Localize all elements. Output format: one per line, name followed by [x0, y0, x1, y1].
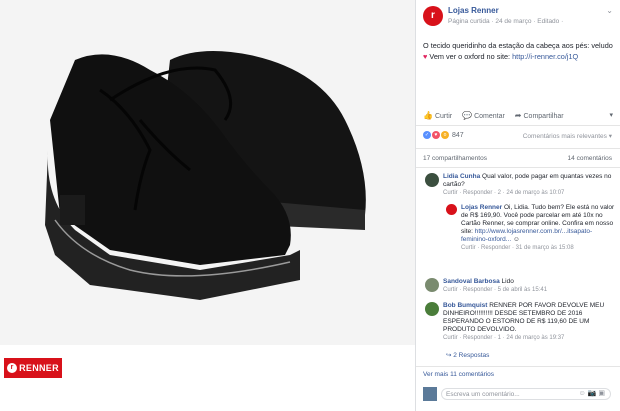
page-picker[interactable]: ▾: [609, 111, 613, 119]
reply-arrow-icon: ↪: [446, 352, 452, 359]
love-reaction-icon: ♥: [432, 131, 440, 139]
comment-label: Comentar: [474, 112, 505, 120]
divider: [416, 167, 620, 168]
comment-meta[interactable]: Curtir · Responder · 5 de abril às 15:41: [443, 286, 615, 294]
renner-r-icon: r: [7, 363, 18, 373]
divider: [416, 125, 620, 126]
avatar[interactable]: [446, 204, 457, 215]
comments-count[interactable]: 14 comentários: [568, 155, 612, 162]
renner-logo: r RENNER: [4, 358, 62, 378]
comment-text: Lido: [501, 278, 514, 285]
composer-icons[interactable]: ☺📷▣: [579, 389, 607, 397]
chevron-down-icon[interactable]: ⌄: [606, 6, 613, 15]
post-actions: 👍 Curtir 💬 Comentar ➦ Compartilhar ▾: [423, 108, 613, 122]
comment-link[interactable]: http://www.lojasrenner.com.br/...itsapat…: [461, 228, 592, 243]
reply: Lojas Renner Oi, Lidia. Tudo bem? Ele es…: [461, 204, 615, 252]
comment-author[interactable]: Sandoval Barbosa: [443, 278, 500, 285]
post-header: r Lojas Renner Página curtida · 24 de ma…: [423, 6, 613, 34]
comments-sort-label: Comentários mais relevantes: [522, 133, 607, 140]
photo-footer: [0, 345, 415, 411]
post-meta: Página curtida · 24 de março · Editado ·: [448, 18, 564, 25]
avatar[interactable]: [425, 173, 439, 187]
post-text-part-1: O tecido queridinho da estação da cabeça…: [423, 41, 613, 50]
share-label: Compartilhar: [523, 112, 564, 120]
smile-icon: ☺: [513, 236, 520, 243]
comment-icon: 💬: [462, 110, 473, 120]
divider: [416, 366, 620, 367]
like-reaction-icon: ✓: [423, 131, 431, 139]
replies-link-label: 2 Respostas: [453, 352, 490, 359]
renner-logo-text: RENNER: [19, 363, 59, 373]
comment-author[interactable]: Bob Bumquist: [443, 302, 487, 309]
comment-button[interactable]: 💬 Comentar: [462, 111, 505, 120]
more-comments-link[interactable]: Ver mais 11 comentários: [423, 371, 494, 378]
page-name[interactable]: Lojas Renner: [448, 6, 499, 15]
comments-sort[interactable]: Comentários mais relevantes ▾: [523, 132, 612, 140]
wow-reaction-icon: o: [441, 131, 449, 139]
avatar[interactable]: [425, 302, 439, 316]
comment-author[interactable]: Lidia Cunha: [443, 173, 480, 180]
replies-link[interactable]: ↪ 2 Respostas: [446, 352, 489, 360]
post-photo[interactable]: r RENNER: [0, 0, 415, 411]
post-link[interactable]: http://i-renner.co/j1Q: [512, 52, 578, 61]
comment: Bob Bumquist RENNER POR FAVOR DEVOLVE ME…: [443, 302, 615, 342]
comment-meta[interactable]: Curtir · Responder · 1 · 24 de março às …: [443, 334, 615, 342]
share-icon: ➦: [514, 110, 522, 120]
like-label: Curtir: [434, 112, 453, 120]
thumbs-up-icon: 👍: [423, 110, 433, 120]
shoe-image: [0, 0, 415, 345]
divider: [416, 148, 620, 149]
shares-count[interactable]: 17 compartilhamentos: [423, 155, 487, 162]
comment-author[interactable]: Lojas Renner: [461, 204, 502, 211]
avatar: [423, 387, 437, 401]
post-panel: r Lojas Renner Página curtida · 24 de ma…: [415, 0, 620, 411]
reaction-count: 847: [452, 131, 464, 139]
page-avatar[interactable]: r: [423, 6, 443, 26]
post-text: O tecido queridinho da estação da cabeça…: [423, 40, 613, 62]
comment: Sandoval Barbosa Lido Curtir · Responder…: [443, 278, 615, 294]
comment: Lidia Cunha Qual valor, pode pagar em qu…: [443, 173, 615, 197]
comment-meta[interactable]: Curtir · Responder · 2 · 24 de março às …: [443, 189, 615, 197]
avatar[interactable]: [425, 278, 439, 292]
comment-composer: Escreva um comentário... ☺📷▣: [423, 387, 613, 403]
share-button[interactable]: ➦ Compartilhar: [515, 111, 564, 120]
like-button[interactable]: 👍 Curtir: [423, 111, 452, 120]
comment-meta[interactable]: Curtir · Responder · 31 de março às 15:0…: [461, 244, 615, 252]
post-text-part-2: Vem ver o oxford no site:: [427, 52, 513, 61]
